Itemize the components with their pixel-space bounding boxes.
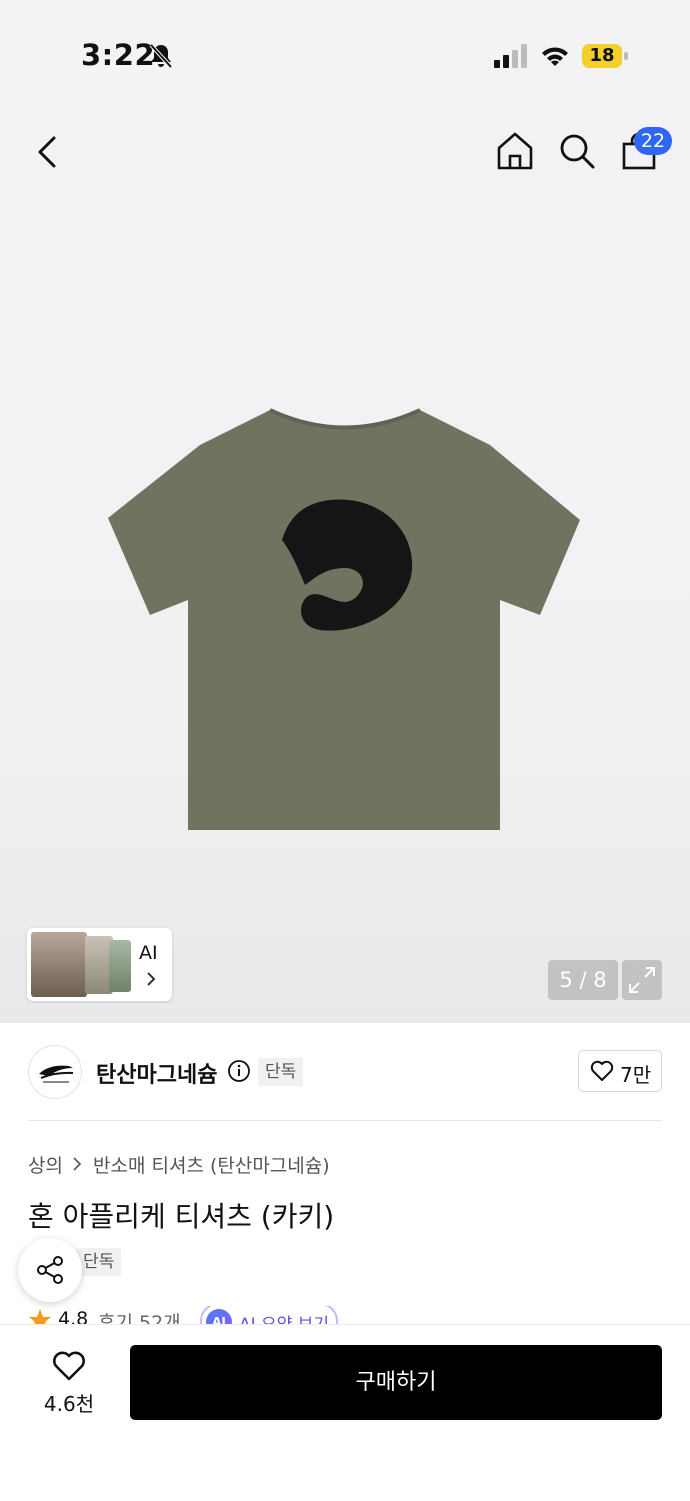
breadcrumb-category[interactable]: 상의 (28, 1151, 63, 1178)
brand-logo-mark (39, 1065, 74, 1083)
chevron-right-icon (73, 1157, 82, 1171)
heart-icon (590, 1060, 614, 1081)
brand-logo[interactable] (28, 1045, 82, 1099)
divider (28, 1120, 662, 1121)
battery-level: 18 (582, 44, 622, 68)
brand-name[interactable]: 탄산마그네슘 (96, 1057, 217, 1089)
breadcrumb-subcategory[interactable]: 반소매 티셔츠 (탄산마그네슘) (93, 1151, 330, 1178)
info-icon[interactable] (227, 1059, 251, 1083)
cart-count-badge: 22 (634, 127, 672, 155)
buy-button[interactable]: 구매하기 (130, 1345, 662, 1420)
brand-like-count: 7만 (620, 1063, 652, 1087)
product-image-area[interactable]: 3:22 18 22 AI 5 / 8 (0, 0, 690, 1023)
bell-slash-icon (149, 43, 173, 69)
heart-icon[interactable] (51, 1350, 87, 1382)
home-icon[interactable] (494, 130, 536, 172)
expand-icon (629, 967, 655, 993)
battery-icon: 18 (582, 44, 628, 68)
ai-label: AI (139, 942, 158, 964)
exclusive-tag: 단독 (258, 1058, 304, 1086)
exclusive-tag: 단독 (76, 1248, 122, 1276)
image-page-counter: 5 / 8 (548, 960, 618, 1000)
status-time: 3:22 (81, 38, 156, 72)
wish-count: 4.6천 (43, 1392, 95, 1416)
signal-icon (494, 44, 527, 68)
thumbnail-image (109, 940, 131, 992)
back-icon[interactable] (30, 130, 70, 174)
ai-thumbnail-card[interactable]: AI (27, 928, 172, 1001)
chevron-right-icon (147, 972, 156, 986)
brand-like-button[interactable]: 7만 (578, 1050, 662, 1092)
wifi-icon (542, 47, 568, 66)
search-icon[interactable] (556, 130, 598, 172)
thumbnail-image (31, 932, 87, 997)
expand-button[interactable] (622, 960, 662, 1000)
share-icon (37, 1256, 63, 1284)
product-image-tshirt (108, 408, 580, 830)
share-button[interactable] (18, 1238, 82, 1302)
product-title: 혼 아플리케 티셔츠 (카키) (28, 1200, 335, 1233)
